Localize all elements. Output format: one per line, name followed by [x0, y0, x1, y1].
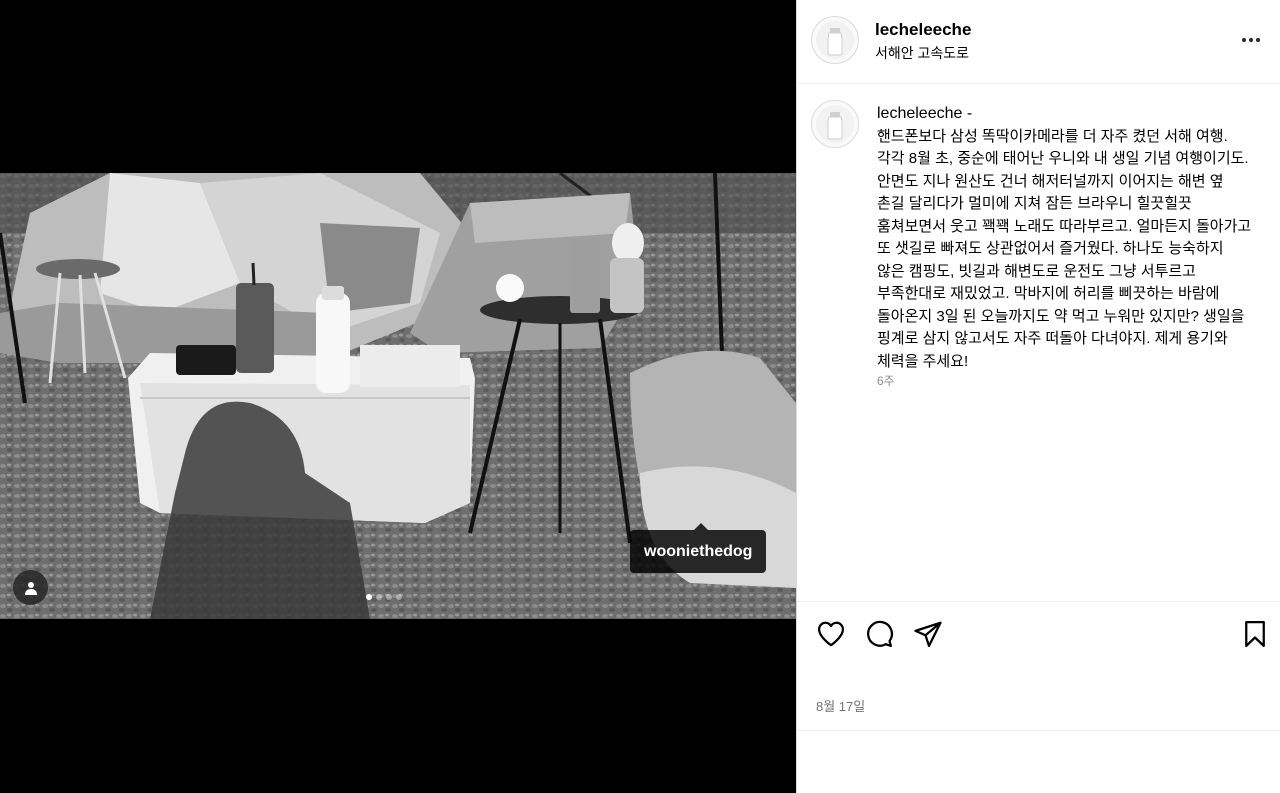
caption-body: 핸드폰보다 삼성 똑딱이카메라를 더 자주 켰던 서해 여행. 각각 8월 초,… — [877, 127, 1252, 370]
carousel-dot — [376, 594, 382, 600]
comment-button[interactable] — [864, 619, 894, 649]
caption-text: lecheleeche - 핸드폰보다 삼성 똑딱이카메라를 더 자주 켰던 서… — [877, 103, 1252, 373]
caption-author[interactable]: lecheleeche - — [877, 105, 972, 122]
heart-icon — [818, 621, 844, 647]
carousel-dot — [386, 594, 392, 600]
tagged-users-button[interactable] — [13, 570, 48, 605]
bookmark-icon — [1245, 621, 1265, 647]
comment-icon — [867, 620, 893, 647]
user-icon — [24, 581, 37, 595]
avatar[interactable] — [811, 16, 859, 64]
milk-bottle-avatar-icon — [816, 21, 854, 59]
post-username[interactable]: lecheleeche — [875, 20, 971, 40]
caption-age: 6주 — [877, 374, 895, 388]
post-header: lecheleeche 서해안 고속도로 — [797, 0, 1280, 84]
like-button[interactable] — [816, 619, 846, 649]
post-media-pane: wooniethedog — [0, 0, 796, 793]
post-date: 8월 17일 — [816, 699, 866, 714]
caption-section: lecheleeche - 핸드폰보다 삼성 똑딱이카메라를 더 자주 켰던 서… — [797, 84, 1280, 602]
carousel-dot — [396, 594, 402, 600]
action-bar — [797, 614, 1280, 654]
carousel-indicator — [366, 594, 402, 600]
divider — [797, 730, 1280, 731]
paper-plane-icon — [914, 621, 942, 647]
milk-bottle-avatar-icon — [816, 105, 854, 143]
instagram-post-view: wooniethedog lecheleeche 서해안 고속도로 lechel… — [0, 0, 1280, 793]
carousel-dot-active — [366, 594, 372, 600]
post-side-panel: lecheleeche 서해안 고속도로 lecheleeche - 핸드폰보다… — [796, 0, 1280, 793]
share-button[interactable] — [913, 619, 943, 649]
caption-avatar[interactable] — [811, 100, 859, 148]
post-location[interactable]: 서해안 고속도로 — [875, 43, 969, 63]
user-tag-label[interactable]: wooniethedog — [630, 523, 767, 573]
more-horizontal-icon[interactable] — [1237, 30, 1265, 50]
save-button[interactable] — [1240, 619, 1270, 649]
